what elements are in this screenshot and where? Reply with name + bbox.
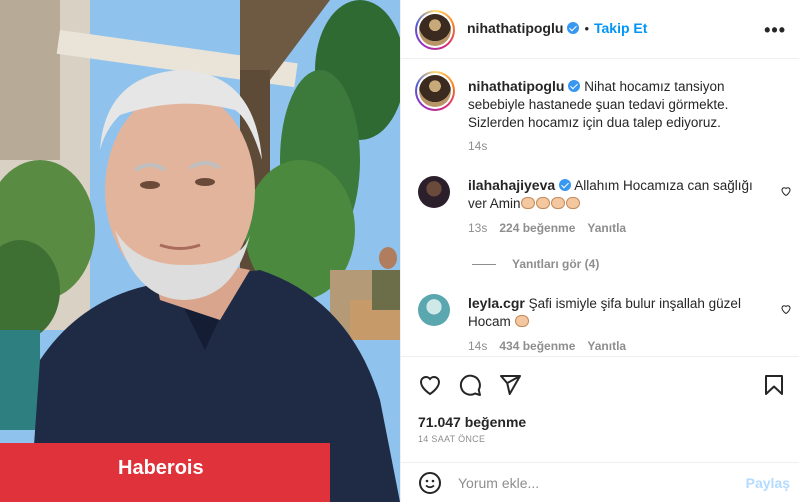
post-photo — [0, 0, 400, 502]
comment-time-1[interactable]: 13s — [468, 221, 487, 235]
separator-dot: • — [584, 21, 589, 36]
header-user-line: nihathatipoglu • Takip Et — [467, 20, 647, 36]
comment-likes-1[interactable]: 224 beğenme — [499, 221, 575, 235]
view-replies-label: Yanıtları gör (4) — [512, 257, 600, 271]
watermark-banner: Haberois — [0, 443, 330, 502]
add-comment-bar: Paylaş — [401, 462, 799, 502]
pray-emoji-icon — [514, 314, 530, 329]
caption-avatar[interactable] — [415, 71, 455, 111]
comment-input[interactable] — [458, 472, 738, 494]
comment-avatar-2[interactable] — [418, 294, 450, 326]
header-avatar[interactable] — [415, 10, 455, 50]
verified-icon — [568, 80, 581, 92]
header-username[interactable]: nihathatipoglu — [467, 20, 563, 36]
caption-time[interactable]: 14s — [468, 139, 487, 153]
more-options-icon[interactable]: ••• — [764, 20, 786, 41]
comment-likes-2[interactable]: 434 beğenme — [499, 339, 575, 353]
comment-reply-2[interactable]: Yanıtla — [587, 339, 626, 353]
comment-meta-1: 13s 224 beğenme Yanıtla — [468, 221, 626, 235]
follow-button[interactable]: Takip Et — [594, 20, 647, 36]
comment-reply-1[interactable]: Yanıtla — [587, 221, 626, 235]
view-replies-button[interactable]: Yanıtları gör (4) — [472, 257, 599, 271]
emoji-icon[interactable] — [418, 471, 442, 495]
pray-emoji-icon — [520, 196, 581, 211]
post-panel: nihathatipoglu • Takip Et ••• nihathatipog… — [400, 0, 799, 502]
comment-time-2[interactable]: 14s — [468, 339, 487, 353]
comment-avatar-1[interactable] — [418, 176, 450, 208]
comment-like-icon-2[interactable] — [780, 303, 792, 315]
heart-icon[interactable] — [418, 373, 442, 397]
comment-meta-2: 14s 434 beğenme Yanıtla — [468, 339, 626, 353]
replies-divider — [472, 264, 496, 266]
bookmark-icon[interactable] — [762, 373, 786, 397]
comment-username-2[interactable]: leyla.cgr — [468, 295, 525, 311]
comment-like-icon-1[interactable] — [780, 185, 792, 197]
comment-icon[interactable] — [458, 373, 482, 397]
post-actions: 71.047 beğenme 14 SAAT ÖNCE — [401, 356, 799, 461]
post-header: nihathatipoglu • Takip Et ••• — [401, 0, 799, 59]
post-image[interactable]: Haberois — [0, 0, 400, 502]
likes-count[interactable]: 71.047 beğenme — [418, 414, 526, 430]
verified-icon — [567, 22, 580, 34]
caption-text-block: nihathatipoglu Nihat hocamız tansiyon se… — [468, 77, 768, 132]
comments-list[interactable]: nihathatipoglu Nihat hocamız tansiyon se… — [401, 59, 799, 356]
comment-text-block-1: ilahahajiyeva Allahım Hocamıza can sağlı… — [468, 176, 768, 213]
share-icon[interactable] — [498, 373, 522, 397]
caption-username[interactable]: nihathatipoglu — [468, 78, 564, 94]
verified-icon — [559, 179, 572, 191]
comment-text-block-2: leyla.cgr Şafi ismiyle şifa bulur inşall… — [468, 294, 768, 331]
caption-meta: 14s — [468, 139, 487, 153]
post-time[interactable]: 14 SAAT ÖNCE — [418, 434, 485, 444]
comment-username-1[interactable]: ilahahajiyeva — [468, 177, 555, 193]
watermark-text: Haberois — [118, 457, 204, 479]
post-comment-button[interactable]: Paylaş — [746, 475, 790, 491]
